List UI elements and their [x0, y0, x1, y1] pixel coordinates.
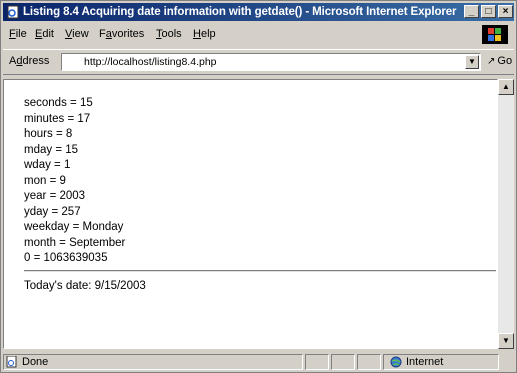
- maximize-button[interactable]: □: [481, 5, 496, 18]
- chevron-down-icon[interactable]: ▼: [465, 55, 479, 69]
- menu-bar: File Edit View Favorites Tools Help: [3, 23, 514, 45]
- status-text: Done: [22, 356, 49, 368]
- scroll-up-button[interactable]: ▲: [498, 79, 514, 95]
- browser-window: Listing 8.4 Acquiring date information w…: [0, 0, 517, 373]
- status-pane-empty: [331, 354, 355, 370]
- page-done-icon: [6, 355, 18, 368]
- address-input[interactable]: http://localhost/listing8.4.php ▼: [61, 53, 481, 71]
- menu-tools[interactable]: Tools: [156, 23, 182, 45]
- window-title: Listing 8.4 Acquiring date information w…: [23, 6, 457, 18]
- list-item: weekday = Monday: [24, 221, 124, 233]
- list-item: minutes = 17: [24, 112, 91, 125]
- list-item: wday = 1: [24, 159, 71, 171]
- horizontal-rule: [24, 270, 496, 272]
- status-pane-empty: [305, 354, 329, 370]
- list-item: hours = 8: [24, 128, 73, 140]
- scroll-down-button[interactable]: ▼: [498, 333, 514, 349]
- menu-edit[interactable]: Edit: [35, 23, 54, 45]
- list-item: month = September: [24, 236, 126, 249]
- list-item: mon = 9: [24, 174, 66, 187]
- address-url: http://localhost/listing8.4.php: [84, 56, 217, 68]
- todays-date: Today's date: 9/15/2003: [24, 280, 146, 292]
- status-pane-empty: [357, 354, 381, 370]
- title-bar[interactable]: Listing 8.4 Acquiring date information w…: [3, 3, 514, 21]
- status-pane: Done: [3, 354, 303, 370]
- minimize-button[interactable]: _: [464, 5, 479, 18]
- menu-favorites[interactable]: Favorites: [99, 23, 144, 45]
- windows-logo-icon: [482, 25, 508, 44]
- list-item: yday = 257: [24, 205, 81, 218]
- go-button[interactable]: ↗ Go: [487, 55, 512, 67]
- menu-view[interactable]: View: [65, 23, 89, 45]
- zone-pane: Internet: [383, 354, 499, 370]
- menu-file[interactable]: File: [9, 23, 27, 45]
- ie-page-icon: [6, 5, 20, 19]
- address-bar: Address http://localhost/listing8.4.php …: [3, 49, 514, 75]
- menu-help[interactable]: Help: [193, 23, 216, 45]
- globe-icon: [390, 356, 402, 368]
- go-arrow-icon: ↗: [487, 56, 496, 67]
- list-item: mday = 15: [24, 143, 79, 156]
- vertical-scrollbar[interactable]: ▲ ▼: [498, 79, 514, 349]
- zone-text: Internet: [406, 356, 444, 368]
- list-item: seconds = 15: [24, 97, 93, 109]
- window-controls: _ □ ×: [462, 5, 513, 19]
- list-item: 0 = 1063639035: [24, 252, 108, 264]
- date-info-list: seconds = 15 minutes = 17 hours = 8 mday…: [24, 96, 125, 267]
- page-content: seconds = 15 minutes = 17 hours = 8 mday…: [3, 79, 498, 349]
- close-button[interactable]: ×: [498, 5, 513, 18]
- list-item: year = 2003: [24, 190, 86, 202]
- address-label: Address: [9, 55, 50, 67]
- status-bar: Done Internet: [3, 353, 514, 372]
